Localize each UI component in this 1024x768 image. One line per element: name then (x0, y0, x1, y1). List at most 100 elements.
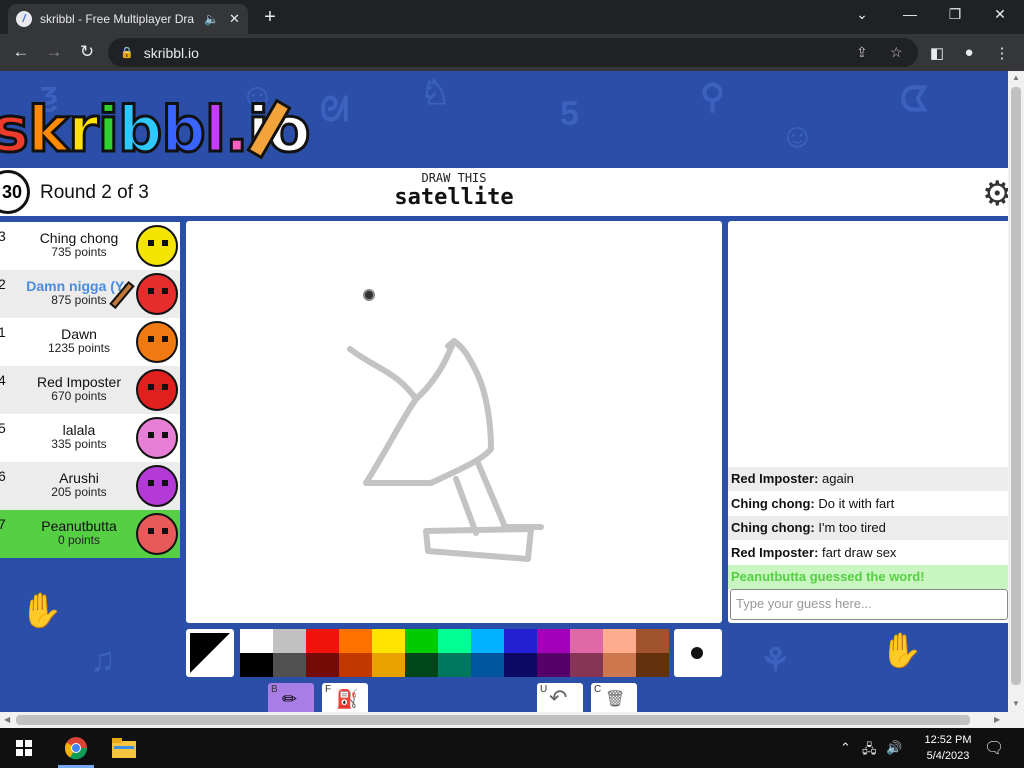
chrome-menu-icon[interactable]: ⋮ (992, 44, 1012, 62)
file-explorer-icon[interactable] (112, 738, 136, 763)
fill-bucket-icon: ⛽ (336, 689, 359, 709)
browser-tab[interactable]: / skribbl - Free Multiplayer Dra 🔈 ✕ (8, 4, 248, 34)
timer-value: 30 (1, 181, 23, 202)
color-swatch[interactable] (636, 629, 669, 653)
color-swatch[interactable] (372, 653, 405, 677)
black-white-color-icon (190, 633, 230, 673)
volume-icon[interactable]: 🔊 (886, 740, 902, 756)
color-swatch[interactable] (306, 653, 339, 677)
color-swatch[interactable] (636, 653, 669, 677)
windows-start-icon[interactable] (16, 740, 32, 761)
color-swatch[interactable] (570, 629, 603, 653)
color-swatch[interactable] (240, 653, 273, 677)
color-swatch[interactable] (339, 653, 372, 677)
player-row[interactable]: 5 lalala 335 points (0, 414, 180, 462)
player-row[interactable]: 3 Ching chong 735 points (0, 222, 180, 270)
player-rank: 7 (0, 516, 6, 532)
drawing-stroke (363, 338, 494, 486)
color-swatch[interactable] (240, 629, 273, 653)
background-doodle: 5 (560, 95, 579, 133)
color-swatch[interactable] (537, 629, 570, 653)
brush-size-picker[interactable] (674, 629, 722, 677)
scroll-left-icon[interactable]: ◀ (4, 715, 10, 724)
settings-gear-icon[interactable]: ⚙ (982, 174, 1008, 214)
tray-chevron-icon[interactable]: ⌃ (840, 740, 851, 756)
player-row[interactable]: 2 Damn nigga (Yo 875 points (0, 270, 180, 318)
color-swatch[interactable] (603, 629, 636, 653)
player-points: 1235 points (47, 341, 111, 355)
notifications-icon[interactable]: 🗨 (984, 738, 1004, 758)
guess-input[interactable]: Type your guess here... (730, 589, 1008, 620)
bookmark-star-icon[interactable]: ☆ (890, 44, 903, 61)
new-tab-button[interactable]: + (258, 6, 282, 29)
chat-message: Ching chong: Do it with fart (728, 492, 1008, 516)
back-arrow-icon[interactable]: ← (10, 42, 32, 62)
color-swatch[interactable] (603, 653, 636, 677)
horizontal-scroll-thumb[interactable] (16, 715, 970, 725)
profile-icon[interactable]: ● (959, 44, 979, 61)
color-swatch[interactable] (537, 653, 570, 677)
player-row[interactable]: 6 Arushi 205 points (0, 462, 180, 510)
chat-panel: Red Imposter: again Ching chong: Do it w… (728, 221, 1008, 623)
scroll-right-icon[interactable]: ▶ (994, 715, 1000, 724)
color-swatch[interactable] (372, 629, 405, 653)
scroll-down-icon[interactable]: ▼ (1012, 699, 1020, 708)
player-row[interactable]: 1 Dawn 1235 points (0, 318, 180, 366)
background-doodle: ♫ (90, 641, 116, 679)
color-swatch[interactable] (273, 653, 306, 677)
game-header: 30 Round 2 of 3 DRAW THIS satellite ⚙ (0, 168, 1008, 216)
clear-tool-button[interactable]: C 🗑 (591, 683, 637, 712)
color-swatch[interactable] (405, 653, 438, 677)
reload-icon[interactable]: ↻ (76, 42, 98, 62)
color-swatch[interactable] (405, 629, 438, 653)
close-window-button[interactable]: ✕ (990, 6, 1010, 23)
vertical-scrollbar[interactable]: ▲ ▼ (1008, 71, 1024, 712)
color-swatch[interactable] (471, 629, 504, 653)
forward-arrow-icon[interactable]: → (43, 42, 65, 62)
color-swatch[interactable] (471, 653, 504, 677)
chat-message: Red Imposter: again (728, 467, 1008, 491)
chat-text: again (818, 471, 854, 486)
vertical-scroll-thumb[interactable] (1011, 87, 1021, 685)
restore-button[interactable]: ❐ (945, 6, 965, 23)
color-swatch[interactable] (504, 629, 537, 653)
address-bar[interactable]: 🔒 skribbl.io ⇪ ☆ (108, 38, 918, 67)
clock-time: 12:52 PM (924, 734, 972, 746)
clock-date: 5/4/2023 (926, 750, 970, 762)
player-avatar (136, 225, 178, 267)
color-swatch[interactable] (339, 629, 372, 653)
drawing-canvas[interactable] (186, 221, 722, 623)
color-swatch[interactable] (504, 653, 537, 677)
player-rank: 1 (0, 324, 6, 340)
tab-close-icon[interactable]: ✕ (229, 11, 240, 27)
share-icon[interactable]: ⇪ (856, 44, 868, 61)
player-avatar (136, 417, 178, 459)
browser-titlebar: / skribbl - Free Multiplayer Dra 🔈 ✕ + ⌄… (0, 0, 1024, 34)
tab-search-icon[interactable]: ⌄ (852, 6, 872, 23)
undo-tool-button[interactable]: U ↶ (537, 683, 583, 712)
chrome-taskbar-icon[interactable] (64, 736, 88, 765)
timer-clock-icon: 30 (0, 170, 30, 214)
system-clock[interactable]: 12:52 PM 5/4/2023 (912, 732, 984, 764)
fill-tool-button[interactable]: F ⛽ (322, 683, 368, 712)
color-swatch[interactable] (570, 653, 603, 677)
color-swatch[interactable] (438, 653, 471, 677)
player-row[interactable]: 4 Red Imposter 670 points (0, 366, 180, 414)
skribbl-favicon-icon: / (16, 11, 32, 27)
round-indicator: Round 2 of 3 (40, 182, 149, 203)
horizontal-scrollbar[interactable]: ◀ ▶ (0, 712, 1024, 728)
audio-playing-icon[interactable]: 🔈 (204, 12, 219, 26)
side-panel-icon[interactable]: ◧ (927, 44, 947, 62)
minimize-button[interactable]: — (900, 6, 920, 22)
scroll-up-icon[interactable]: ▲ (1012, 73, 1020, 82)
current-color-picker[interactable] (186, 629, 234, 677)
color-swatch[interactable] (273, 629, 306, 653)
skribbl-page: ƺ ☺ ᘛ ♘ 5 ⚲ ☺ ᗧ ✋ ♫ ⚘ ✋ ⚓ skribbl.io 30 … (0, 71, 1008, 712)
color-swatch[interactable] (438, 629, 471, 653)
player-row[interactable]: 7 Peanutbutta 0 points (0, 510, 180, 558)
tool-shortcut-key: F (325, 684, 332, 695)
network-icon[interactable]: 🖧 (862, 740, 877, 762)
pencil-tool-button[interactable]: B ✏ (268, 683, 314, 712)
lock-icon[interactable]: 🔒 (120, 46, 134, 59)
color-swatch[interactable] (306, 629, 339, 653)
